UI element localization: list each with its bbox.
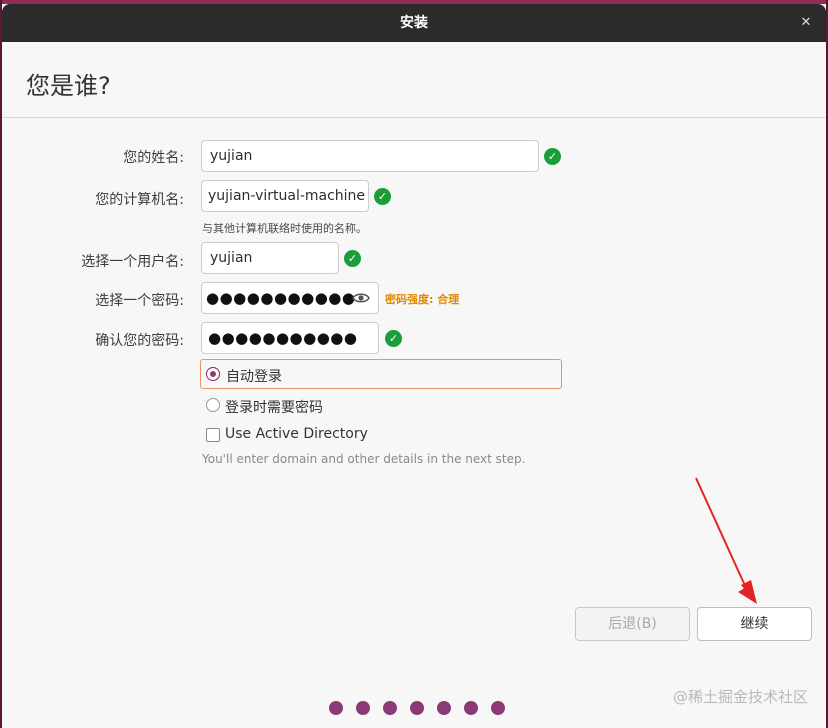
pager-dot (491, 701, 505, 715)
watermark: @稀土掘金技术社区 (672, 688, 808, 706)
pager-dot (383, 701, 397, 715)
pager-dot (329, 701, 343, 715)
pager-dot (464, 701, 478, 715)
pager-dot (410, 701, 424, 715)
pager-dot (356, 701, 370, 715)
continue-button[interactable]: 继续 (697, 607, 812, 641)
installer-window: 安装 ✕ 您是谁? 您的姓名: yujian ✓ 您的计算机名: yujian-… (0, 0, 828, 728)
pager-dot (437, 701, 451, 715)
back-button[interactable]: 后退(B) (575, 607, 690, 641)
